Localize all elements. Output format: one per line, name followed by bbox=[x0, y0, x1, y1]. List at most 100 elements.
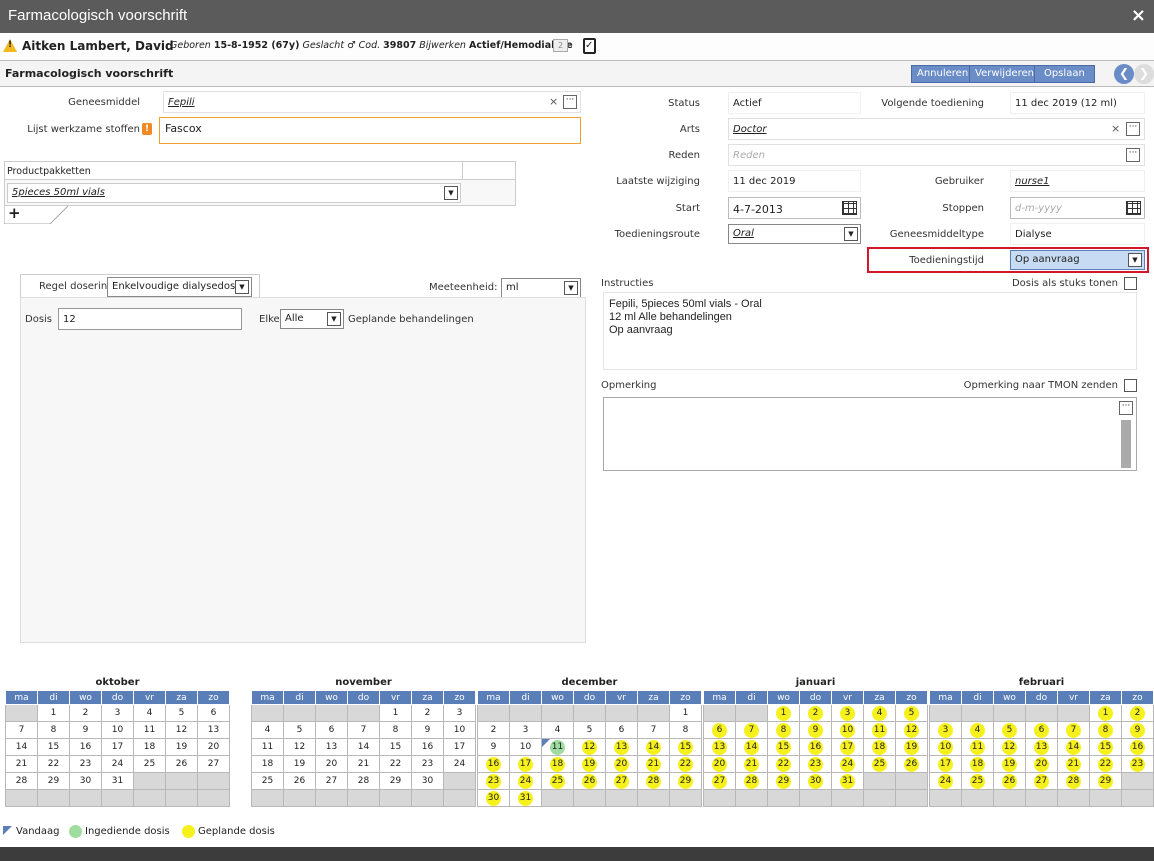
calendar-day[interactable]: 13 bbox=[197, 721, 230, 739]
calendar-day[interactable]: 17 bbox=[101, 738, 134, 756]
calendar-day[interactable]: 6 bbox=[703, 721, 736, 739]
calendar-day[interactable]: 26 bbox=[895, 755, 928, 773]
calendar-day[interactable]: 10 bbox=[509, 738, 542, 756]
calendar-day[interactable]: 22 bbox=[379, 755, 412, 773]
calendar-day[interactable]: 1 bbox=[767, 704, 800, 722]
calendar-day[interactable]: 24 bbox=[443, 755, 476, 773]
calendar-day[interactable]: 12 bbox=[895, 721, 928, 739]
calendar-day[interactable]: 26 bbox=[165, 755, 198, 773]
calendar-day[interactable]: 4 bbox=[541, 721, 574, 739]
ellipsis-icon[interactable]: ··· bbox=[1126, 122, 1140, 136]
chevron-down-icon[interactable]: ▼ bbox=[1128, 253, 1142, 267]
calendar-day[interactable]: 15 bbox=[1089, 738, 1122, 756]
calendar-day[interactable]: 31 bbox=[509, 789, 542, 807]
calendar-day[interactable]: 5 bbox=[283, 721, 316, 739]
calendar-day[interactable]: 20 bbox=[605, 755, 638, 773]
calendar-day[interactable]: 26 bbox=[573, 772, 606, 790]
calendar-day[interactable]: 21 bbox=[5, 755, 38, 773]
calendar-day[interactable]: 30 bbox=[799, 772, 832, 790]
calendar-day[interactable]: 1 bbox=[37, 704, 70, 722]
calendar-day[interactable]: 5 bbox=[993, 721, 1026, 739]
calendar-day[interactable]: 15 bbox=[379, 738, 412, 756]
calendar-day[interactable]: 25 bbox=[251, 772, 284, 790]
calendar-day[interactable]: 14 bbox=[637, 738, 670, 756]
calendar-day[interactable]: 26 bbox=[283, 772, 316, 790]
instructions-text[interactable]: Fepili, 5pieces 50ml vials - Oral 12 ml … bbox=[603, 292, 1137, 370]
calendar-day[interactable]: 10 bbox=[929, 738, 962, 756]
calendar-day[interactable]: 22 bbox=[767, 755, 800, 773]
dosing-rule-select[interactable]: Enkelvoudige dialysedosis ▼ bbox=[107, 277, 252, 297]
calendar-day[interactable]: 20 bbox=[197, 738, 230, 756]
calendar-day[interactable]: 26 bbox=[993, 772, 1026, 790]
close-icon[interactable]: × bbox=[1131, 5, 1146, 26]
calendar-day[interactable]: 5 bbox=[165, 704, 198, 722]
calendar-day[interactable]: 12 bbox=[993, 738, 1026, 756]
calendar-day[interactable]: 19 bbox=[895, 738, 928, 756]
calendar-day[interactable]: 23 bbox=[411, 755, 444, 773]
calendar-day[interactable]: 10 bbox=[443, 721, 476, 739]
reason-field[interactable]: Reden bbox=[728, 144, 1145, 166]
calendar-day[interactable]: 18 bbox=[133, 738, 166, 756]
calendar-day[interactable]: 8 bbox=[379, 721, 412, 739]
calendar-day[interactable]: 28 bbox=[735, 772, 768, 790]
calendar-day[interactable]: 6 bbox=[605, 721, 638, 739]
calendar-day[interactable]: 23 bbox=[1121, 755, 1154, 773]
calendar-day[interactable]: 19 bbox=[165, 738, 198, 756]
calendar-day[interactable]: 24 bbox=[509, 772, 542, 790]
calendar-day[interactable]: 8 bbox=[767, 721, 800, 739]
add-package-tab[interactable]: + bbox=[4, 204, 68, 224]
calendar-day[interactable]: 19 bbox=[573, 755, 606, 773]
calendar-day[interactable]: 29 bbox=[669, 772, 702, 790]
unit-select[interactable]: ml ▼ bbox=[501, 278, 581, 298]
calendar-day[interactable]: 9 bbox=[69, 721, 102, 739]
calendar-day[interactable]: 20 bbox=[1025, 755, 1058, 773]
patient-tag[interactable]: 2 bbox=[553, 39, 569, 52]
warning-icon[interactable] bbox=[3, 39, 17, 52]
calendar-day[interactable]: 16 bbox=[799, 738, 832, 756]
calendar-day[interactable]: 18 bbox=[863, 738, 896, 756]
calendar-day[interactable]: 14 bbox=[735, 738, 768, 756]
calendar-day[interactable]: 27 bbox=[315, 772, 348, 790]
doctor-field[interactable]: Doctor bbox=[728, 118, 1145, 140]
calendar-day[interactable]: 19 bbox=[993, 755, 1026, 773]
calendar-day[interactable]: 2 bbox=[1121, 704, 1154, 722]
calendar-day[interactable]: 4 bbox=[251, 721, 284, 739]
calendar-day[interactable]: 13 bbox=[605, 738, 638, 756]
clear-drug-icon[interactable]: × bbox=[549, 95, 558, 108]
calendar-day[interactable]: 17 bbox=[929, 755, 962, 773]
calendar-icon[interactable] bbox=[842, 201, 857, 215]
calendar-day[interactable]: 27 bbox=[605, 772, 638, 790]
calendar-day[interactable]: 14 bbox=[1057, 738, 1090, 756]
calendar-day[interactable]: 16 bbox=[69, 738, 102, 756]
calendar-day[interactable]: 12 bbox=[573, 738, 606, 756]
calendar-day[interactable]: 6 bbox=[315, 721, 348, 739]
clear-doctor-icon[interactable]: × bbox=[1111, 122, 1120, 135]
calendar-day[interactable]: 20 bbox=[315, 755, 348, 773]
calendar-day[interactable]: 31 bbox=[101, 772, 134, 790]
add-icon[interactable]: + bbox=[8, 204, 21, 222]
calendar-day[interactable]: 29 bbox=[37, 772, 70, 790]
calendar-day[interactable]: 16 bbox=[477, 755, 510, 773]
calendar-day[interactable]: 3 bbox=[831, 704, 864, 722]
calendar-day[interactable]: 14 bbox=[347, 738, 380, 756]
calendar-day[interactable]: 11 bbox=[863, 721, 896, 739]
calendar-day[interactable]: 7 bbox=[1057, 721, 1090, 739]
calendar-day[interactable]: 29 bbox=[767, 772, 800, 790]
calendar-day[interactable]: 3 bbox=[929, 721, 962, 739]
calendar-day[interactable]: 11 bbox=[251, 738, 284, 756]
calendar-day[interactable]: 4 bbox=[863, 704, 896, 722]
calendar-day[interactable]: 18 bbox=[961, 755, 994, 773]
calendar-day[interactable]: 16 bbox=[411, 738, 444, 756]
calendar-day[interactable]: 3 bbox=[443, 704, 476, 722]
calendar-day[interactable]: 7 bbox=[637, 721, 670, 739]
every-select[interactable]: Alle ▼ bbox=[280, 309, 344, 329]
ellipsis-icon[interactable]: ··· bbox=[1126, 148, 1140, 162]
calendar-day[interactable]: 9 bbox=[1121, 721, 1154, 739]
calendar-day[interactable]: 8 bbox=[1089, 721, 1122, 739]
calendar-day[interactable]: 22 bbox=[1089, 755, 1122, 773]
calendar-day[interactable]: 27 bbox=[703, 772, 736, 790]
calendar-day[interactable]: 5 bbox=[895, 704, 928, 722]
info-icon[interactable]: ! bbox=[142, 123, 152, 135]
calendar-day[interactable]: 8 bbox=[37, 721, 70, 739]
scrollbar[interactable] bbox=[1121, 420, 1131, 468]
